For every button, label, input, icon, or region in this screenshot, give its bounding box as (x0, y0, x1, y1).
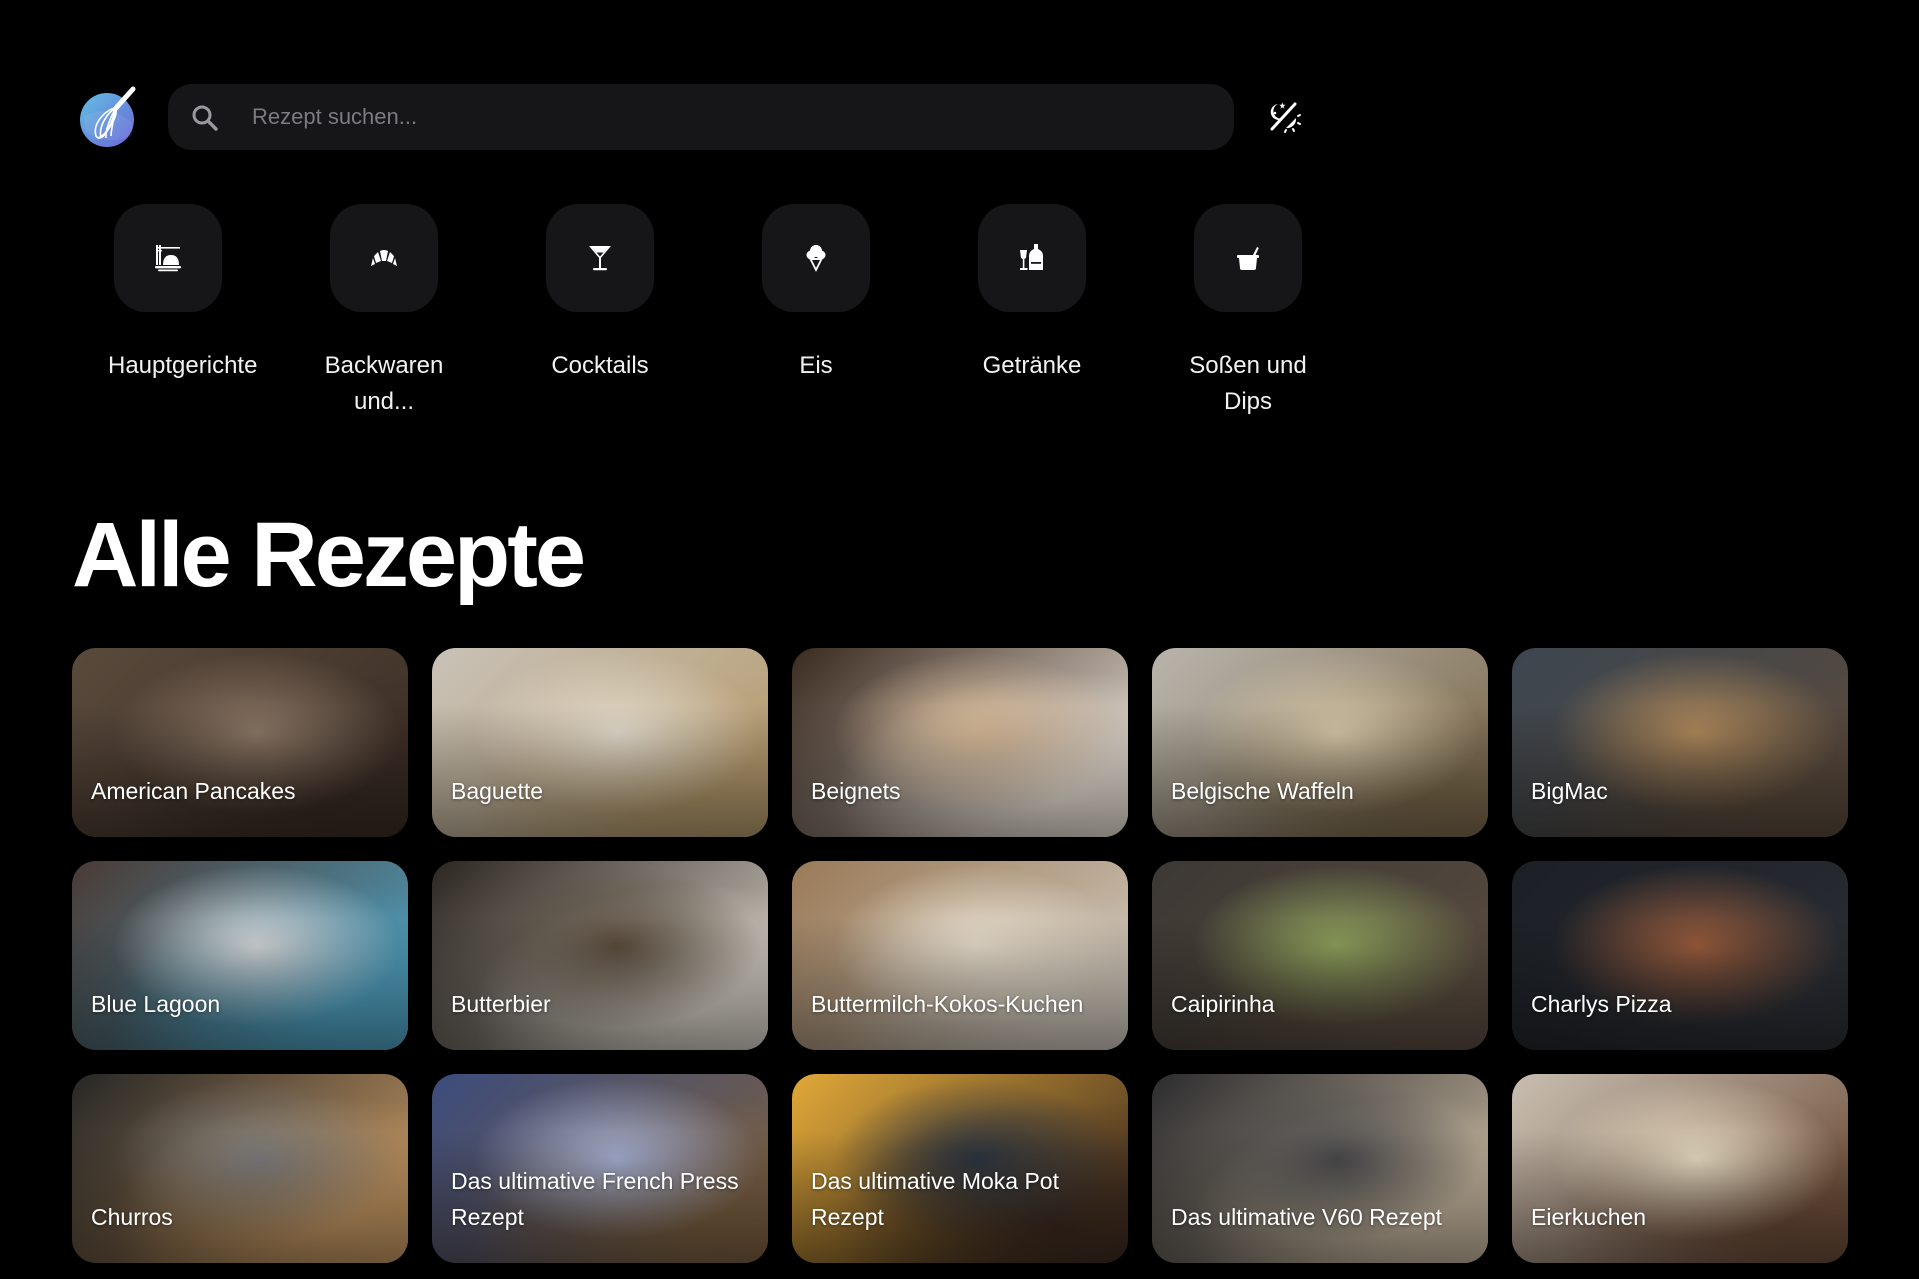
recipe-card[interactable]: Blue Lagoon (72, 861, 408, 1050)
ice-cream-icon (806, 245, 826, 272)
category-cocktails[interactable]: Cocktails (500, 204, 700, 384)
recipe-title: Buttermilch-Kokos-Kuchen (811, 991, 1084, 1017)
search-input[interactable] (252, 84, 1192, 150)
category-tile[interactable] (546, 204, 654, 312)
whisk-icon (80, 86, 136, 147)
category-tile[interactable] (114, 204, 222, 312)
recipe-title: Beignets (811, 778, 901, 804)
drinks-icon (1020, 244, 1043, 270)
recipe-title: Eierkuchen (1531, 1204, 1647, 1230)
recipe-title: Das ultimative Moka Pot Rezept (811, 1168, 1059, 1230)
category-bar: Hauptgerichte Backwaren und... Cocktails… (0, 204, 1400, 424)
recipe-card[interactable]: Das ultimative Moka Pot Rezept (792, 1074, 1128, 1263)
recipe-card[interactable]: Belgische Waffeln (1152, 648, 1488, 837)
category-label: Eis (799, 352, 833, 379)
croissant-icon (371, 250, 397, 266)
category-label: Hauptgerichte (108, 352, 258, 379)
category-label: Backwaren und... (324, 352, 444, 415)
category-getraenke[interactable]: Getränke (932, 204, 1132, 384)
recipe-title: Das ultimative French Press Rezept (451, 1168, 739, 1230)
recipe-card[interactable]: American Pancakes (72, 648, 408, 837)
recipe-card[interactable]: Churros (72, 1074, 408, 1263)
recipe-card[interactable]: Das ultimative French Press Rezept (432, 1074, 768, 1263)
recipe-card[interactable]: Butterbier (432, 861, 768, 1050)
recipe-title: American Pancakes (91, 778, 296, 804)
category-hauptgerichte[interactable]: Hauptgerichte (68, 204, 268, 384)
page-title: Alle Rezepte (72, 504, 586, 606)
sauce-pot-icon (1237, 247, 1259, 270)
recipe-grid: American Pancakes Baguette Beignets Belgisc… (72, 648, 1848, 1263)
category-tile[interactable] (978, 204, 1086, 312)
recipe-card[interactable]: Buttermilch-Kokos-Kuchen (792, 861, 1128, 1050)
recipe-card[interactable]: Eierkuchen (1512, 1074, 1848, 1263)
category-tile[interactable] (1194, 204, 1302, 312)
recipe-title: Belgische Waffeln (1171, 778, 1354, 804)
recipe-title: Churros (91, 1204, 173, 1230)
recipe-title: Baguette (451, 778, 544, 804)
recipe-card[interactable]: Das ultimative V60 Rezept (1152, 1074, 1488, 1263)
recipe-title: Das ultimative V60 Rezept (1171, 1204, 1443, 1230)
category-label: Cocktails (551, 352, 649, 379)
category-backwaren[interactable]: Backwaren und... (284, 204, 484, 420)
category-label: Soßen und Dips (1189, 352, 1307, 415)
recipe-card[interactable]: Charlys Pizza (1512, 861, 1848, 1050)
recipe-title: Charlys Pizza (1531, 991, 1672, 1017)
recipe-title: Blue Lagoon (91, 991, 221, 1017)
search-icon (192, 105, 218, 131)
recipe-card[interactable]: BigMac (1512, 648, 1848, 837)
recipe-card[interactable]: Baguette (432, 648, 768, 837)
recipe-card[interactable]: Caipirinha (1152, 861, 1488, 1050)
search-bar[interactable] (168, 84, 1234, 150)
app-logo[interactable] (78, 86, 140, 148)
theme-toggle-icon (1270, 102, 1301, 133)
cocktail-icon (589, 246, 611, 271)
recipe-card[interactable]: Beignets (792, 648, 1128, 837)
category-sossen-und-dips[interactable]: Soßen und Dips (1148, 204, 1348, 420)
recipe-title: Butterbier (451, 991, 551, 1017)
category-tile[interactable] (762, 204, 870, 312)
theme-toggle-button[interactable] (1264, 96, 1304, 136)
recipe-title: Caipirinha (1171, 991, 1275, 1017)
category-eis[interactable]: Eis (716, 204, 916, 384)
category-label: Getränke (982, 352, 1082, 379)
recipe-title: BigMac (1531, 778, 1608, 804)
main-dish-icon (155, 245, 181, 272)
recipe-app: Hauptgerichte Backwaren und... (0, 0, 1919, 1279)
category-tile[interactable] (330, 204, 438, 312)
